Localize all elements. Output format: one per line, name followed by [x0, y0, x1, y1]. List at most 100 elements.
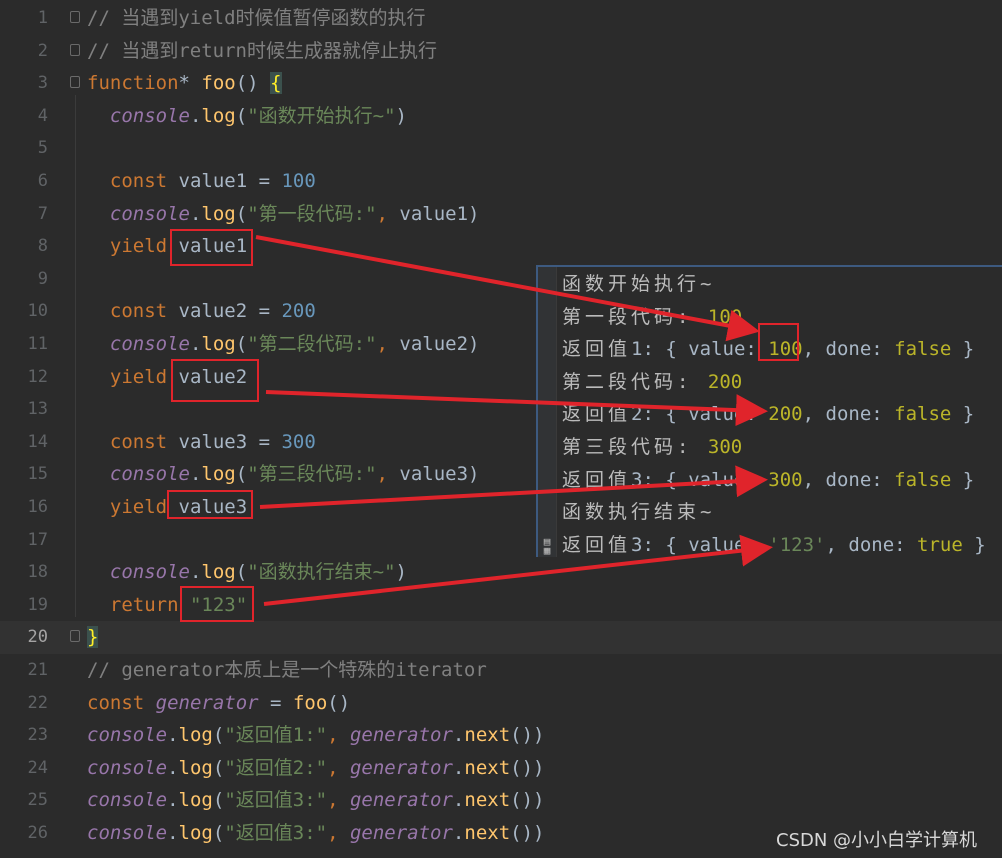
code-token: ( [212, 822, 225, 844]
line-number: 18 [27, 562, 48, 583]
line-number: 10 [27, 301, 48, 322]
fold-marker-icon[interactable] [70, 43, 80, 56]
line-number: 15 [27, 464, 48, 485]
code-token: log [201, 463, 236, 486]
code-token: const [109, 430, 168, 453]
console-token: true [917, 533, 963, 556]
code-token: log [178, 789, 213, 812]
code-token: * [178, 72, 202, 95]
code-token: , [327, 822, 350, 844]
code-line[interactable]: 25 console.log("返回值3:", generator.next()) [0, 784, 1002, 817]
code-token: log [201, 202, 236, 225]
code-line[interactable]: 2 // 当遇到return时候生成器就停止执行 [0, 35, 1002, 68]
line-number: 25 [27, 790, 48, 811]
code-token: . [452, 822, 465, 844]
console-token: 300 [707, 436, 743, 458]
indent-guide [75, 95, 76, 617]
console-token: } [962, 533, 986, 556]
code-line[interactable]: 1 // 当遇到yield时候值暂停函数的执行 [0, 2, 1002, 35]
code-token: . [167, 724, 179, 747]
code-token: ( [235, 463, 248, 486]
code-text: // 当遇到yield时候值暂停函数的执行 [87, 2, 426, 35]
code-token: , [327, 756, 350, 779]
code-token: . [189, 202, 202, 225]
code-token: () [327, 691, 351, 714]
line-number: 22 [27, 692, 48, 713]
console-tool-icon[interactable]: ▤ ▦ [539, 536, 555, 556]
code-line[interactable]: 5 [0, 132, 1002, 165]
fold-marker-icon[interactable] [70, 76, 80, 89]
code-token: value1) [399, 202, 480, 225]
code-token: . [189, 463, 202, 486]
console-token: 3: { value: [631, 468, 769, 491]
line-number: 23 [27, 725, 48, 746]
code-token: console [87, 724, 168, 747]
code-token: console [109, 463, 190, 486]
console-line: 第二段代码: 200 [562, 366, 742, 399]
code-token: "返回值2:" [224, 756, 328, 779]
code-token: next [464, 756, 511, 779]
code-token: ) [395, 104, 407, 127]
code-line[interactable]: 6 const value1 = 100 [0, 165, 1002, 198]
code-token: value3) [399, 463, 480, 486]
code-line[interactable]: 4 console.log("函数开始执行~") [0, 100, 1002, 133]
code-line[interactable]: 3 function* foo() { [0, 67, 1002, 100]
code-line[interactable]: 24 console.log("返回值2:", generator.next()) [0, 752, 1002, 785]
code-token: next [464, 822, 511, 844]
highlight-yield-value2 [171, 359, 259, 402]
code-token: generator [349, 756, 453, 779]
code-line[interactable]: 22 const generator = foo() [0, 687, 1002, 720]
code-line[interactable]: 7 console.log("第一段代码:", value1) [0, 198, 1002, 231]
code-token: ) [395, 561, 407, 584]
code-token: console [87, 789, 168, 812]
code-text: } [87, 621, 99, 654]
code-token: console [109, 333, 190, 355]
highlight-return-123 [180, 586, 254, 622]
code-line[interactable]: 21 // generator本质上是一个特殊的iterator [0, 654, 1002, 687]
fold-marker-icon[interactable] [70, 11, 80, 23]
code-token: // generator本质上是一个特殊的iterator [87, 659, 487, 681]
code-token: // 当遇到return时候生成器就停止执行 [87, 39, 437, 62]
code-token: foo [201, 72, 236, 95]
code-token: . [189, 561, 202, 584]
code-token: ( [235, 561, 248, 584]
console-token: 返回值 [562, 338, 632, 361]
code-line[interactable]: 20} [0, 621, 1002, 654]
code-token: log [201, 333, 236, 355]
code-text: console.log("函数开始执行~") [87, 100, 407, 133]
console-token: , done: [825, 533, 918, 556]
console-line: 函数开始执行~ [562, 268, 715, 301]
watermark: CSDN @小小白学计算机 [776, 830, 978, 851]
code-token: } [87, 626, 99, 649]
code-text: console.log("返回值3:", generator.next()) [87, 784, 544, 817]
code-line[interactable]: 23 console.log("返回值1:", generator.next()) [0, 719, 1002, 752]
code-token: "函数执行结束~" [247, 561, 396, 584]
code-token: "返回值3:" [224, 822, 328, 844]
code-line[interactable]: 19 return "123" [0, 589, 1002, 622]
code-token: // 当遇到yield时候值暂停函数的执行 [87, 7, 426, 29]
code-token: log [178, 822, 213, 844]
code-token: value2 = [167, 300, 282, 323]
code-text: console.log("返回值1:", generator.next()) [87, 719, 544, 752]
line-number: 21 [27, 660, 48, 680]
line-number: 9 [37, 268, 48, 289]
code-text: console.log("第三段代码:", value3) [87, 458, 480, 491]
code-token: next [464, 789, 511, 812]
line-number: 1 [37, 8, 48, 28]
code-token: "第一段代码:" [247, 202, 377, 225]
console-token: 200 [707, 370, 743, 393]
code-token: () [235, 72, 271, 95]
code-token: console [87, 822, 168, 844]
fold-marker-icon[interactable] [70, 630, 80, 643]
console-output-panel: ▤ ▦ 函数开始执行~ 第一段代码: 100 返回值1: { value: 100, … [536, 265, 1002, 557]
code-token: . [452, 756, 465, 779]
code-line[interactable]: 8 yield value1 [0, 230, 1002, 263]
code-text: console.log("函数执行结束~") [87, 556, 407, 589]
code-text: const value3 = 300 [87, 426, 316, 459]
code-token: ( [212, 724, 225, 747]
